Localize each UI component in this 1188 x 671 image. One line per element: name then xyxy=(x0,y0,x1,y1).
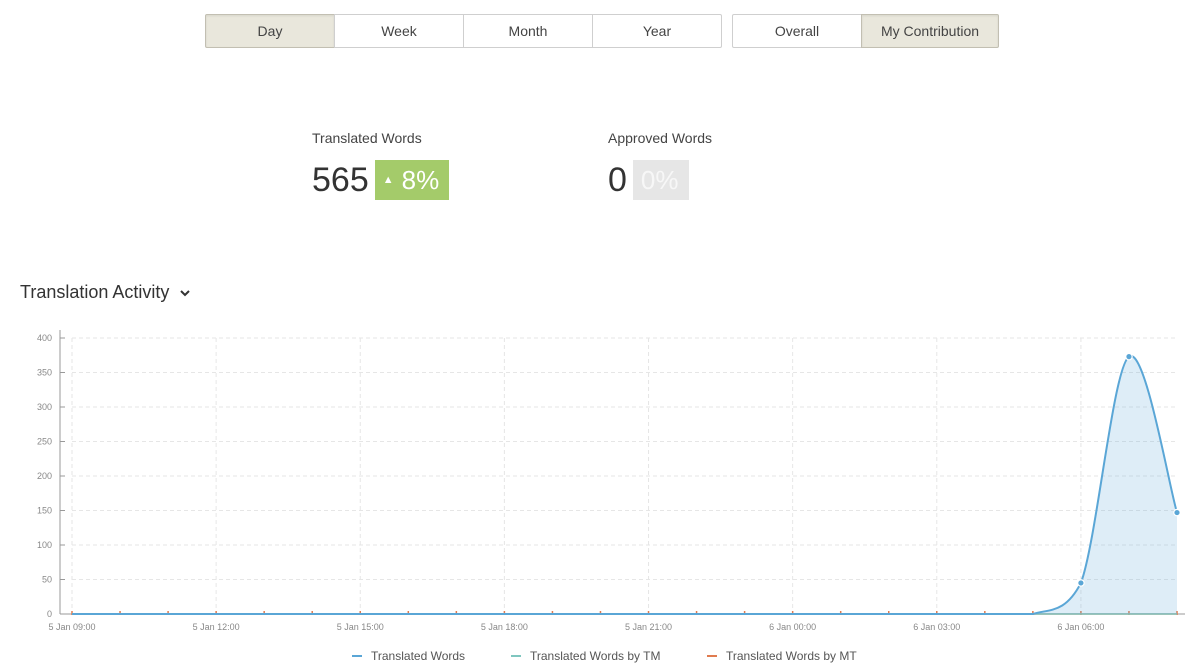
period-year-button[interactable]: Year xyxy=(592,14,722,48)
x-tick-label: 5 Jan 15:00 xyxy=(337,622,384,632)
y-tick-label: 350 xyxy=(37,368,52,378)
translated-words-stat: Translated Words 565 ▲ 8% xyxy=(312,130,450,200)
y-tick-label: 100 xyxy=(37,540,52,550)
x-tick-label: 6 Jan 06:00 xyxy=(1057,622,1104,632)
translated-words-area xyxy=(72,355,1177,614)
period-month-button[interactable]: Month xyxy=(463,14,593,48)
translated-words-point xyxy=(1173,508,1181,517)
translated-words-label: Translated Words xyxy=(312,130,422,146)
translated-words-point xyxy=(1125,352,1133,361)
x-tick-label: 5 Jan 12:00 xyxy=(193,622,240,632)
y-tick-label: 200 xyxy=(37,471,52,481)
y-tick-label: 50 xyxy=(42,575,52,585)
scope-my-contribution-button[interactable]: My Contribution xyxy=(861,14,999,48)
approved-change-badge: 0% xyxy=(632,160,689,200)
y-tick-label: 300 xyxy=(37,402,52,412)
translation-activity-dropdown[interactable]: Translation Activity xyxy=(20,282,191,303)
translated-change-value: 8% xyxy=(401,165,440,195)
triangle-up-icon: ▲ xyxy=(382,173,394,186)
legend-label: Translated Words by TM xyxy=(530,649,661,663)
approved-words-label: Approved Words xyxy=(608,130,713,146)
translated-words-line xyxy=(72,355,1178,615)
translated-words-point xyxy=(1077,579,1085,587)
translated-words-value: 565 xyxy=(312,161,369,199)
scope-selector: Overall My Contribution xyxy=(732,14,999,48)
legend-label: Translated Words xyxy=(371,649,465,663)
x-tick-label: 5 Jan 09:00 xyxy=(48,622,95,632)
x-tick-label: 6 Jan 00:00 xyxy=(769,622,816,632)
chevron-down-icon xyxy=(180,289,191,296)
x-tick-label: 5 Jan 21:00 xyxy=(625,622,672,632)
x-tick-label: 5 Jan 18:00 xyxy=(481,622,528,632)
legend-label: Translated Words by MT xyxy=(726,649,857,663)
approved-words-stat: Approved Words 0 0% xyxy=(608,130,712,200)
period-day-button[interactable]: Day xyxy=(205,14,335,48)
scope-overall-button[interactable]: Overall xyxy=(732,14,862,48)
period-selector: Day Week Month Year xyxy=(205,14,722,48)
x-tick-label: 6 Jan 03:00 xyxy=(913,622,960,632)
approved-change-value: 0% xyxy=(640,165,679,195)
translated-change-badge: ▲ 8% xyxy=(374,160,450,200)
period-week-button[interactable]: Week xyxy=(334,14,464,48)
translation-activity-chart: 0 50 100 150 200 250 300 350 400 5 Jan 09:00 5 Jan… xyxy=(37,330,1185,663)
approved-words-value: 0 xyxy=(608,161,627,199)
y-tick-label: 250 xyxy=(37,437,52,447)
y-tick-label: 0 xyxy=(47,609,52,619)
y-tick-label: 150 xyxy=(37,506,52,516)
y-tick-label: 400 xyxy=(37,333,52,343)
section-title: Translation Activity xyxy=(20,282,170,302)
